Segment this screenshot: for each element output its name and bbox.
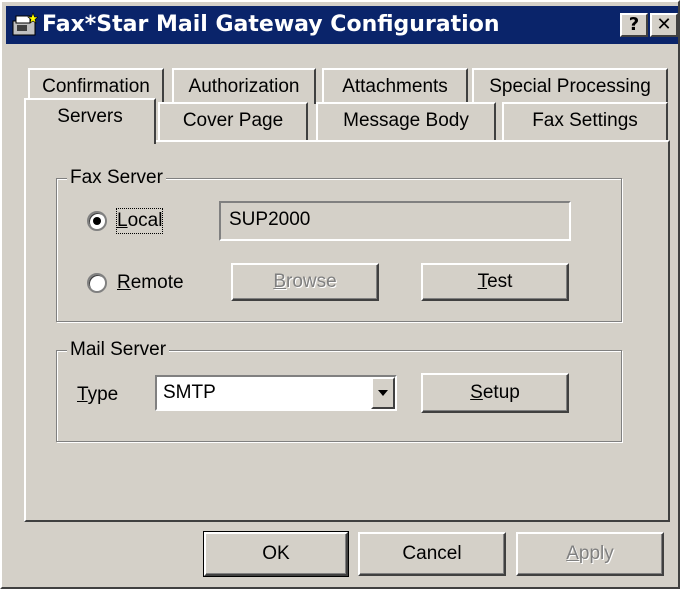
mail-type-select[interactable]: SMTP — [155, 375, 397, 411]
tab-fax-settings[interactable]: Fax Settings — [502, 102, 668, 140]
tab-servers[interactable]: Servers — [24, 98, 156, 144]
tab-message-body[interactable]: Message Body — [316, 102, 496, 140]
dialog-window: Fax*Star Mail Gateway Configuration ? ✕ … — [0, 0, 680, 589]
browse-accel: B — [273, 271, 286, 292]
local-accel: L — [117, 210, 128, 231]
test-button[interactable]: Test — [421, 263, 569, 301]
tab-label: Servers — [57, 106, 123, 127]
cancel-button[interactable]: Cancel — [358, 532, 506, 576]
fax-server-group-label: Fax Server — [67, 166, 166, 190]
close-icon: ✕ — [656, 14, 672, 35]
title-bar[interactable]: Fax*Star Mail Gateway Configuration ? ✕ — [6, 6, 678, 44]
chevron-down-icon — [378, 390, 388, 396]
tab-label: Attachments — [342, 76, 448, 97]
browse-button[interactable]: Browse — [231, 263, 379, 301]
tab-label: Special Processing — [489, 76, 651, 97]
ok-button[interactable]: OK — [203, 531, 349, 577]
radio-selected-dot — [93, 217, 101, 225]
help-button[interactable]: ? — [620, 13, 648, 37]
test-accel: T — [477, 271, 488, 292]
tab-cover-page[interactable]: Cover Page — [158, 102, 308, 140]
close-button[interactable]: ✕ — [650, 13, 678, 37]
apply-button[interactable]: Apply — [516, 532, 664, 576]
mail-server-group-label: Mail Server — [67, 338, 170, 362]
dropdown-button[interactable] — [371, 377, 395, 409]
tab-attachments[interactable]: Attachments — [322, 68, 468, 104]
type-label: Type — [77, 384, 119, 405]
tab-label: Authorization — [188, 76, 300, 97]
window-title: Fax*Star Mail Gateway Configuration — [42, 12, 500, 37]
remote-radio-label[interactable]: Remote — [117, 271, 184, 295]
remote-radio[interactable] — [87, 273, 107, 293]
fax-server-group: Fax Server Local SUP2000 Remote Browse T… — [56, 166, 622, 322]
setup-button[interactable]: Setup — [421, 373, 569, 413]
fax-star-icon — [12, 12, 38, 36]
fax-server-name-value: SUP2000 — [229, 209, 311, 230]
apply-accel: A — [566, 543, 579, 564]
local-radio-label[interactable]: Local — [115, 208, 164, 234]
tab-label: Cover Page — [182, 110, 284, 131]
setup-accel: S — [470, 382, 483, 403]
mail-server-group: Mail Server Type SMTP Setup — [56, 338, 622, 442]
local-radio[interactable] — [87, 211, 107, 231]
type-accel: T — [77, 384, 88, 405]
tab-label: Confirmation — [42, 76, 150, 97]
servers-tab-panel: Fax Server Local SUP2000 Remote Browse T… — [24, 140, 670, 522]
help-icon: ? — [628, 14, 640, 35]
tab-special-processing[interactable]: Special Processing — [472, 68, 668, 104]
fax-server-name-field: SUP2000 — [219, 201, 571, 241]
tab-label: Fax Settings — [532, 110, 638, 131]
remote-accel: R — [117, 272, 131, 293]
tab-authorization[interactable]: Authorization — [172, 68, 316, 104]
mail-type-value: SMTP — [163, 382, 216, 403]
tab-label: Message Body — [343, 110, 469, 131]
